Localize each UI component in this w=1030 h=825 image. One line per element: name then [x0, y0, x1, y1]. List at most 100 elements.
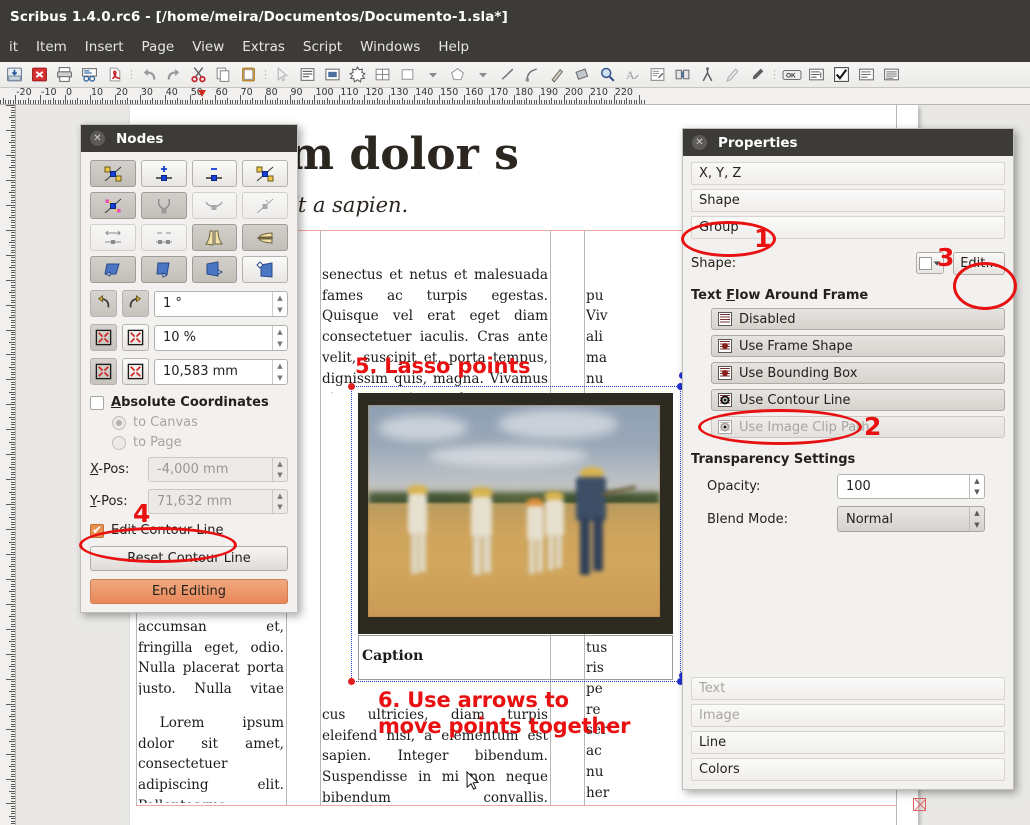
move-control-points-icon[interactable]: [242, 160, 288, 187]
textflow-bounding-box-button[interactable]: Use Bounding Box: [711, 362, 1005, 384]
opacity-spinner[interactable]: ▲ ▼: [969, 475, 984, 498]
line-icon[interactable]: [495, 63, 520, 87]
print-icon[interactable]: [52, 63, 77, 87]
properties-tab-line[interactable]: Line: [691, 731, 1005, 754]
redo-icon[interactable]: [161, 63, 186, 87]
paste-icon[interactable]: [236, 63, 261, 87]
text-column-left-2[interactable]: Lorem ipsum dolor sit amet, consectetuer…: [138, 713, 284, 803]
link-text-frames-icon[interactable]: [645, 63, 670, 87]
eye-dropper-icon[interactable]: [745, 63, 770, 87]
menu-item-insert[interactable]: Insert: [76, 37, 133, 58]
increase-shape-icon[interactable]: [122, 358, 149, 385]
nodes-dialog[interactable]: ✕ Nodes 1 ° ▲ ▼ 10 % ▲ ▼ 10,583 mm ▲ ▼ A…: [80, 124, 298, 613]
enlarge-bottom-icon[interactable]: [90, 256, 136, 283]
reduce-shape-icon[interactable]: [90, 358, 117, 385]
rotation-angle-input[interactable]: 1 ° ▲ ▼: [154, 290, 288, 317]
cut-icon[interactable]: [186, 63, 211, 87]
save-as-icon[interactable]: [2, 63, 27, 87]
contour-line-selection[interactable]: [348, 383, 684, 685]
enlarge-right-icon[interactable]: [140, 256, 187, 283]
properties-tab-shape[interactable]: Shape: [691, 189, 1005, 212]
menu-item-help[interactable]: Help: [429, 37, 478, 58]
properties-tab-xyz[interactable]: X, Y, Z: [691, 162, 1005, 185]
xpos-input[interactable]: -4,000 mm ▲ ▼: [148, 457, 288, 482]
reset-contour-line-button[interactable]: Reset Contour Line: [90, 546, 288, 571]
freehand-line-icon[interactable]: [545, 63, 570, 87]
enlarge-left-icon[interactable]: [191, 256, 238, 283]
enlarge-shape-icon[interactable]: [122, 324, 149, 351]
select-item-icon[interactable]: [270, 63, 295, 87]
horizontal-ruler[interactable]: -20 -10 0 10 20 30 40 50 60 70 80 90 100 110 120 130 140…: [0, 88, 1030, 105]
copy-item-properties-icon[interactable]: [720, 63, 745, 87]
open-close-bezier-icon[interactable]: [140, 192, 187, 219]
pdf-pushbutton-icon[interactable]: OK: [779, 63, 804, 87]
mirror-horizontal-icon[interactable]: [242, 224, 288, 251]
vertical-ruler[interactable]: [0, 105, 16, 825]
menu-item-item[interactable]: Item: [27, 37, 76, 58]
expand-horizontal-icon[interactable]: [140, 224, 187, 251]
menu-item-windows[interactable]: Windows: [351, 37, 429, 58]
zoom-icon[interactable]: [595, 63, 620, 87]
distance-input[interactable]: 10,583 mm ▲ ▼: [154, 358, 288, 385]
properties-tab-group[interactable]: Group: [691, 216, 1005, 239]
opacity-input[interactable]: 100 ▲ ▼: [837, 474, 985, 499]
scale-spinner[interactable]: ▲ ▼: [272, 325, 287, 350]
ypos-spinner[interactable]: ▲ ▼: [272, 490, 287, 513]
mirror-path-horizontally-icon[interactable]: [191, 192, 238, 219]
shape-dropdown-icon[interactable]: [420, 63, 445, 87]
pdf-text-field-icon[interactable]: [804, 63, 829, 87]
blend-mode-select[interactable]: Normal ▲ ▼: [837, 506, 985, 532]
rotate-clockwise-icon[interactable]: [122, 290, 149, 317]
menu-item-view[interactable]: View: [183, 37, 233, 58]
image-frame-icon[interactable]: [320, 63, 345, 87]
close-icon[interactable]: ✕: [90, 131, 105, 146]
menu-item-script[interactable]: Script: [294, 37, 351, 58]
blend-mode-spinner[interactable]: ▲ ▼: [969, 507, 984, 531]
distance-spinner[interactable]: ▲ ▼: [272, 359, 287, 384]
edit-contour-line-checkbox[interactable]: Edit Contour Line: [90, 523, 288, 538]
contour-handle-top-left[interactable]: [348, 383, 355, 390]
end-editing-button[interactable]: End Editing: [90, 579, 288, 604]
edit-shape-button[interactable]: Edit...: [953, 251, 1005, 275]
shape-icon[interactable]: [395, 63, 420, 87]
copy-icon[interactable]: [211, 63, 236, 87]
render-frame-icon[interactable]: [345, 63, 370, 87]
polygon-icon[interactable]: [445, 63, 470, 87]
pdf-checkbox-icon[interactable]: [829, 63, 854, 87]
menu-item-extras[interactable]: Extras: [233, 37, 294, 58]
edit-text-icon[interactable]: A: [620, 63, 645, 87]
xpos-spinner[interactable]: ▲ ▼: [272, 458, 287, 481]
measurements-icon[interactable]: [695, 63, 720, 87]
reset-control-points-icon[interactable]: [90, 192, 136, 219]
polygon-dropdown-icon[interactable]: [470, 63, 495, 87]
properties-tab-colors[interactable]: Colors: [691, 758, 1005, 781]
shrink-horizontal-icon[interactable]: [90, 224, 136, 251]
menu-item-edit[interactable]: it: [0, 37, 27, 58]
print-preview-icon[interactable]: [77, 63, 102, 87]
close-document-icon[interactable]: [27, 63, 52, 87]
contour-handle-bottom-left[interactable]: [348, 678, 355, 685]
rotation-spinner[interactable]: ▲ ▼: [272, 291, 287, 316]
text-frame-icon[interactable]: [295, 63, 320, 87]
scale-percent-input[interactable]: 10 % ▲ ▼: [154, 324, 288, 351]
rotate-counterclockwise-icon[interactable]: [90, 290, 117, 317]
unlink-text-frames-icon[interactable]: [670, 63, 695, 87]
rotate-item-icon[interactable]: [570, 63, 595, 87]
textflow-contour-line-button[interactable]: Use Contour Line: [711, 389, 1005, 411]
to-page-radio[interactable]: to Page: [112, 435, 288, 450]
to-canvas-radio[interactable]: to Canvas: [112, 415, 288, 430]
ypos-input[interactable]: 71,632 mm ▲ ▼: [148, 489, 288, 514]
table-icon[interactable]: [370, 63, 395, 87]
undo-icon[interactable]: [136, 63, 161, 87]
textflow-disabled-button[interactable]: Disabled: [711, 308, 1005, 330]
bezier-curve-icon[interactable]: [520, 63, 545, 87]
pdf-listbox-icon[interactable]: [879, 63, 904, 87]
export-pdf-icon[interactable]: [102, 63, 127, 87]
absolute-coordinates-checkbox[interactable]: Absolute Coordinates: [90, 395, 288, 410]
mirror-vertical-icon[interactable]: [191, 224, 238, 251]
menu-item-page[interactable]: Page: [133, 37, 184, 58]
properties-dialog[interactable]: ✕ Properties X, Y, Z Shape Group Shape: …: [682, 128, 1014, 790]
textflow-frame-shape-button[interactable]: Use Frame Shape: [711, 335, 1005, 357]
move-nodes-icon[interactable]: [90, 160, 136, 187]
pdf-combobox-icon[interactable]: [854, 63, 879, 87]
